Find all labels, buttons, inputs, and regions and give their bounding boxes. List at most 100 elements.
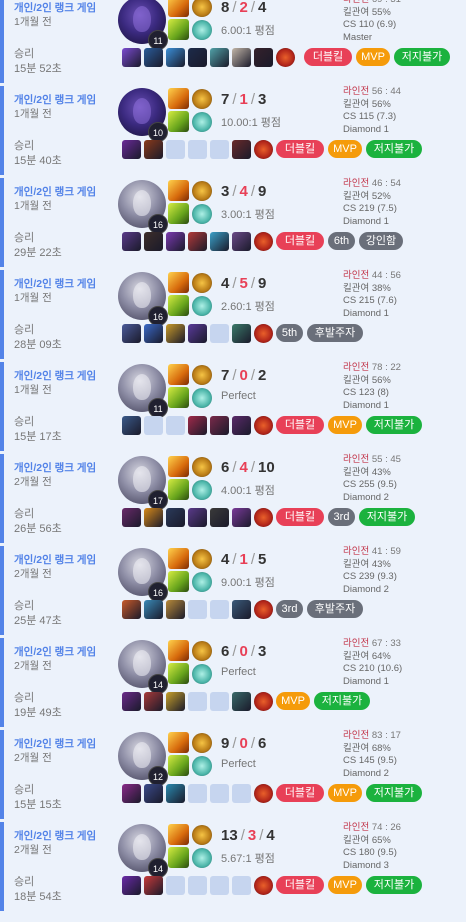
item-slot[interactable] — [210, 48, 229, 67]
item-slot[interactable] — [210, 232, 229, 251]
ward-trinket-icon[interactable] — [276, 48, 295, 67]
summoner-spell-flash-icon[interactable] — [168, 571, 189, 592]
primary-rune-icon[interactable] — [192, 549, 212, 569]
primary-rune-icon[interactable] — [192, 181, 212, 201]
primary-rune-icon[interactable] — [192, 273, 212, 293]
item-slot[interactable] — [166, 508, 185, 527]
item-slot[interactable] — [122, 508, 141, 527]
item-slot[interactable] — [144, 508, 163, 527]
ward-trinket-icon[interactable] — [254, 324, 273, 343]
secondary-rune-icon[interactable] — [192, 388, 212, 408]
ward-trinket-icon[interactable] — [254, 692, 273, 711]
summoner-spell-flash-icon[interactable] — [168, 111, 189, 132]
summoner-spell-flash-icon[interactable] — [168, 295, 189, 316]
primary-rune-icon[interactable] — [192, 365, 212, 385]
summoner-spell-ignite-icon[interactable] — [168, 640, 189, 661]
item-slot[interactable] — [144, 324, 163, 343]
item-slot[interactable] — [232, 600, 251, 619]
item-slot[interactable] — [144, 600, 163, 619]
item-slot[interactable] — [144, 232, 163, 251]
item-slot[interactable] — [188, 508, 207, 527]
item-slot[interactable] — [144, 48, 163, 67]
item-slot[interactable] — [122, 692, 141, 711]
summoner-spell-ignite-icon[interactable] — [168, 0, 189, 17]
summoner-spell-flash-icon[interactable] — [168, 19, 189, 40]
item-slot[interactable] — [210, 416, 229, 435]
item-slot[interactable] — [232, 508, 251, 527]
secondary-rune-icon[interactable] — [192, 296, 212, 316]
item-slot[interactable] — [122, 416, 141, 435]
item-slot[interactable] — [188, 232, 207, 251]
match-card[interactable]: 개인/2인 랭크 게임 2개월 전 승리 25분 47초 16 4/1/5 9.00:1 평… — [0, 546, 466, 635]
secondary-rune-icon[interactable] — [192, 20, 212, 40]
item-slot[interactable] — [166, 600, 185, 619]
item-slot[interactable] — [122, 784, 141, 803]
summoner-spell-flash-icon[interactable] — [168, 387, 189, 408]
match-card[interactable]: 개인/2인 랭크 게임 2개월 전 승리 26분 56초 17 6/4/10 4.00:1 … — [0, 454, 466, 543]
item-slot[interactable] — [188, 48, 207, 67]
match-card[interactable]: 개인/2인 랭크 게임 2개월 전 승리 15분 15초 12 9/0/6 Perfect 라… — [0, 730, 466, 819]
summoner-spell-ignite-icon[interactable] — [168, 272, 189, 293]
match-card[interactable]: 개인/2인 랭크 게임 1개월 전 승리 15분 40초 10 7/1/3 10.00:1 … — [0, 86, 466, 175]
summoner-spell-ignite-icon[interactable] — [168, 88, 189, 109]
match-card[interactable]: 개인/2인 랭크 게임 1개월 전 승리 15분 17초 11 7/0/2 Perfect 라… — [0, 362, 466, 451]
primary-rune-icon[interactable] — [192, 89, 212, 109]
item-slot[interactable] — [188, 416, 207, 435]
ward-trinket-icon[interactable] — [254, 508, 273, 527]
item-slot[interactable] — [232, 416, 251, 435]
summoner-spell-ignite-icon[interactable] — [168, 548, 189, 569]
ward-trinket-icon[interactable] — [254, 140, 273, 159]
item-slot[interactable] — [122, 48, 141, 67]
item-slot[interactable] — [144, 140, 163, 159]
item-slot[interactable] — [166, 232, 185, 251]
summoner-spell-flash-icon[interactable] — [168, 479, 189, 500]
summoner-spell-flash-icon[interactable] — [168, 755, 189, 776]
primary-rune-icon[interactable] — [192, 733, 212, 753]
match-card[interactable]: 개인/2인 랭크 게임 2개월 전 승리 19분 49초 14 6/0/3 Perfect 라… — [0, 638, 466, 727]
summoner-spell-ignite-icon[interactable] — [168, 824, 189, 845]
match-card[interactable]: 개인/2인 랭크 게임 1개월 전 승리 28분 09초 16 4/5/9 2.60:1 평… — [0, 270, 466, 359]
item-slot[interactable] — [122, 324, 141, 343]
ward-trinket-icon[interactable] — [254, 876, 273, 895]
item-slot[interactable] — [166, 784, 185, 803]
match-card[interactable]: 개인/2인 랭크 게임 1개월 전 승리 29분 22초 16 3/4/9 3.00:1 평… — [0, 178, 466, 267]
item-slot[interactable] — [232, 324, 251, 343]
summoner-spell-ignite-icon[interactable] — [168, 180, 189, 201]
primary-rune-icon[interactable] — [192, 641, 212, 661]
ward-trinket-icon[interactable] — [254, 784, 273, 803]
item-slot[interactable] — [122, 232, 141, 251]
item-slot[interactable] — [166, 48, 185, 67]
primary-rune-icon[interactable] — [192, 0, 212, 17]
item-slot[interactable] — [144, 876, 163, 895]
primary-rune-icon[interactable] — [192, 457, 212, 477]
item-slot[interactable] — [144, 692, 163, 711]
item-slot[interactable] — [166, 324, 185, 343]
item-slot[interactable] — [122, 140, 141, 159]
secondary-rune-icon[interactable] — [192, 756, 212, 776]
ward-trinket-icon[interactable] — [254, 600, 273, 619]
match-card[interactable]: 개인/2인 랭크 게임 2개월 전 승리 18분 54초 14 13/3/4 5.67:1 … — [0, 822, 466, 911]
summoner-spell-flash-icon[interactable] — [168, 203, 189, 224]
item-slot[interactable] — [166, 692, 185, 711]
item-slot[interactable] — [232, 232, 251, 251]
summoner-spell-ignite-icon[interactable] — [168, 732, 189, 753]
secondary-rune-icon[interactable] — [192, 204, 212, 224]
item-slot[interactable] — [210, 508, 229, 527]
item-slot[interactable] — [144, 784, 163, 803]
ward-trinket-icon[interactable] — [254, 416, 273, 435]
summoner-spell-ignite-icon[interactable] — [168, 456, 189, 477]
secondary-rune-icon[interactable] — [192, 112, 212, 132]
secondary-rune-icon[interactable] — [192, 480, 212, 500]
item-slot[interactable] — [232, 48, 251, 67]
ward-trinket-icon[interactable] — [254, 232, 273, 251]
primary-rune-icon[interactable] — [192, 825, 212, 845]
secondary-rune-icon[interactable] — [192, 664, 212, 684]
summoner-spell-flash-icon[interactable] — [168, 847, 189, 868]
secondary-rune-icon[interactable] — [192, 848, 212, 868]
item-slot[interactable] — [122, 600, 141, 619]
match-card[interactable]: 개인/2인 랭크 게임 1개월 전 승리 15분 52초 11 8/2/4 6.00:1 평… — [0, 0, 466, 83]
item-slot[interactable] — [232, 692, 251, 711]
item-slot[interactable] — [122, 876, 141, 895]
summoner-spell-ignite-icon[interactable] — [168, 364, 189, 385]
item-slot[interactable] — [232, 140, 251, 159]
